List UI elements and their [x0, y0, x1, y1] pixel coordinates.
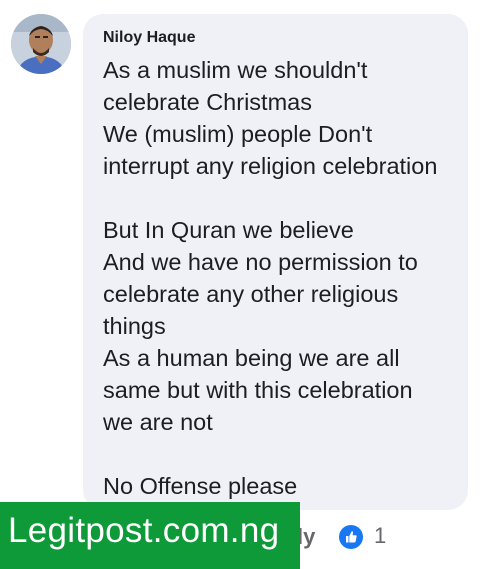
comment-line: celebrate Christmas — [103, 89, 312, 115]
watermark-text: Legitpost.com.ng — [8, 511, 280, 550]
comment-author[interactable]: Niloy Haque — [103, 29, 195, 47]
watermark-banner: Legitpost.com.ng — [0, 502, 300, 569]
comment-line: things — [103, 313, 166, 339]
avatar-photo — [11, 14, 71, 74]
comment-blank-line — [103, 182, 463, 214]
comment-line: we are not — [103, 409, 213, 435]
comment-text: As a muslim we shouldn't celebrate Chris… — [103, 54, 463, 502]
comment-line: As a muslim we shouldn't — [103, 57, 368, 83]
thumbs-up-icon[interactable] — [339, 525, 363, 549]
comment-bubble: Niloy Haque As a muslim we shouldn't cel… — [83, 14, 468, 510]
comment-blank-line — [103, 438, 463, 470]
reaction-count: 1 — [374, 523, 387, 548]
comment-line: But In Quran we believe — [103, 217, 354, 243]
comment-line: interrupt any religion celebration — [103, 153, 438, 179]
comment-line: As a human being we are all — [103, 345, 400, 371]
avatar[interactable] — [11, 14, 71, 74]
comment-line: And we have no permission to — [103, 249, 418, 275]
comment-line: celebrate any other religious — [103, 281, 399, 307]
comment-line: We (muslim) people Don't — [103, 121, 373, 147]
comment-line: No Offense please — [103, 473, 298, 499]
comment-line: same but with this celebration — [103, 377, 413, 403]
